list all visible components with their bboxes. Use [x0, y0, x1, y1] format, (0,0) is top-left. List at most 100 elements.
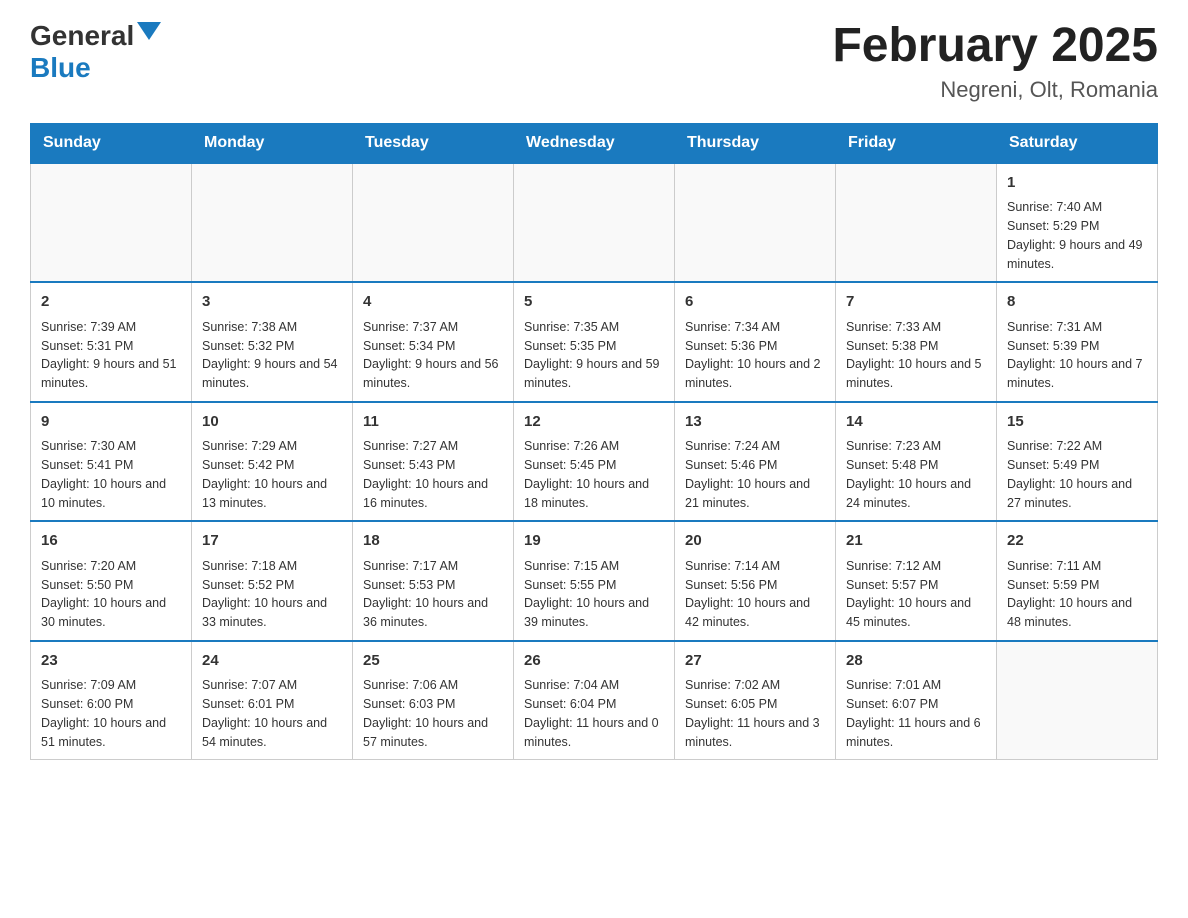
day-info: Sunrise: 7:34 AMSunset: 5:36 PMDaylight:…: [685, 318, 825, 393]
calendar-cell: [353, 163, 514, 283]
calendar-cell: 22 Sunrise: 7:11 AMSunset: 5:59 PMDayligh…: [997, 521, 1158, 641]
calendar-cell: 28 Sunrise: 7:01 AMSunset: 6:07 PMDayligh…: [836, 641, 997, 760]
calendar-week-row: 16 Sunrise: 7:20 AMSunset: 5:50 PMDayligh…: [31, 521, 1158, 641]
day-number: 21: [846, 530, 986, 553]
day-info: Sunrise: 7:37 AMSunset: 5:34 PMDaylight:…: [363, 318, 503, 393]
day-info: Sunrise: 7:38 AMSunset: 5:32 PMDaylight:…: [202, 318, 342, 393]
day-info: Sunrise: 7:29 AMSunset: 5:42 PMDaylight:…: [202, 437, 342, 512]
day-info: Sunrise: 7:39 AMSunset: 5:31 PMDaylight:…: [41, 318, 181, 393]
title-area: February 2025 Negreni, Olt, Romania: [832, 20, 1158, 103]
day-number: 6: [685, 291, 825, 314]
calendar-cell: [514, 163, 675, 283]
calendar-week-row: 1 Sunrise: 7:40 AMSunset: 5:29 PMDaylight…: [31, 163, 1158, 283]
day-number: 17: [202, 530, 342, 553]
calendar-cell: 16 Sunrise: 7:20 AMSunset: 5:50 PMDayligh…: [31, 521, 192, 641]
calendar-cell: 20 Sunrise: 7:14 AMSunset: 5:56 PMDayligh…: [675, 521, 836, 641]
logo: General Blue: [30, 20, 161, 84]
day-number: 13: [685, 411, 825, 434]
weekday-header-monday: Monday: [192, 123, 353, 163]
day-number: 10: [202, 411, 342, 434]
day-number: 5: [524, 291, 664, 314]
logo-general-text: General: [30, 20, 134, 51]
day-number: 11: [363, 411, 503, 434]
day-number: 1: [1007, 172, 1147, 195]
day-info: Sunrise: 7:15 AMSunset: 5:55 PMDaylight:…: [524, 557, 664, 632]
day-info: Sunrise: 7:23 AMSunset: 5:48 PMDaylight:…: [846, 437, 986, 512]
day-info: Sunrise: 7:33 AMSunset: 5:38 PMDaylight:…: [846, 318, 986, 393]
day-number: 2: [41, 291, 181, 314]
day-info: Sunrise: 7:01 AMSunset: 6:07 PMDaylight:…: [846, 676, 986, 751]
day-info: Sunrise: 7:14 AMSunset: 5:56 PMDaylight:…: [685, 557, 825, 632]
calendar-table: SundayMondayTuesdayWednesdayThursdayFrid…: [30, 123, 1158, 761]
day-info: Sunrise: 7:40 AMSunset: 5:29 PMDaylight:…: [1007, 198, 1147, 273]
day-info: Sunrise: 7:24 AMSunset: 5:46 PMDaylight:…: [685, 437, 825, 512]
calendar-cell: 25 Sunrise: 7:06 AMSunset: 6:03 PMDayligh…: [353, 641, 514, 760]
day-number: 8: [1007, 291, 1147, 314]
calendar-cell: 14Sunrise: 7:23 AMSunset: 5:48 PMDayligh…: [836, 402, 997, 522]
calendar-cell: 5 Sunrise: 7:35 AMSunset: 5:35 PMDaylight…: [514, 282, 675, 402]
weekday-header-tuesday: Tuesday: [353, 123, 514, 163]
day-number: 25: [363, 650, 503, 673]
calendar-week-row: 23 Sunrise: 7:09 AMSunset: 6:00 PMDayligh…: [31, 641, 1158, 760]
day-number: 28: [846, 650, 986, 673]
logo-triangle-icon: [137, 22, 161, 40]
calendar-cell: 9Sunrise: 7:30 AMSunset: 5:41 PMDaylight…: [31, 402, 192, 522]
calendar-cell: 13 Sunrise: 7:24 AMSunset: 5:46 PMDayligh…: [675, 402, 836, 522]
day-number: 16: [41, 530, 181, 553]
day-info: Sunrise: 7:09 AMSunset: 6:00 PMDaylight:…: [41, 676, 181, 751]
day-info: Sunrise: 7:12 AMSunset: 5:57 PMDaylight:…: [846, 557, 986, 632]
day-number: 4: [363, 291, 503, 314]
calendar-cell: 12 Sunrise: 7:26 AMSunset: 5:45 PMDayligh…: [514, 402, 675, 522]
calendar-cell: 23 Sunrise: 7:09 AMSunset: 6:00 PMDayligh…: [31, 641, 192, 760]
day-info: Sunrise: 7:31 AMSunset: 5:39 PMDaylight:…: [1007, 318, 1147, 393]
day-number: 26: [524, 650, 664, 673]
weekday-header-sunday: Sunday: [31, 123, 192, 163]
calendar-cell: 6 Sunrise: 7:34 AMSunset: 5:36 PMDaylight…: [675, 282, 836, 402]
day-number: 22: [1007, 530, 1147, 553]
weekday-header-saturday: Saturday: [997, 123, 1158, 163]
day-info: Sunrise: 7:26 AMSunset: 5:45 PMDaylight:…: [524, 437, 664, 512]
calendar-cell: 10 Sunrise: 7:29 AMSunset: 5:42 PMDayligh…: [192, 402, 353, 522]
day-info: Sunrise: 7:04 AMSunset: 6:04 PMDaylight:…: [524, 676, 664, 751]
page-header: General Blue February 2025 Negreni, Olt,…: [30, 20, 1158, 103]
day-number: 12: [524, 411, 664, 434]
day-info: Sunrise: 7:20 AMSunset: 5:50 PMDaylight:…: [41, 557, 181, 632]
day-info: Sunrise: 7:11 AMSunset: 5:59 PMDaylight:…: [1007, 557, 1147, 632]
day-info: Sunrise: 7:17 AMSunset: 5:53 PMDaylight:…: [363, 557, 503, 632]
calendar-cell: 24 Sunrise: 7:07 AMSunset: 6:01 PMDayligh…: [192, 641, 353, 760]
day-info: Sunrise: 7:22 AMSunset: 5:49 PMDaylight:…: [1007, 437, 1147, 512]
calendar-cell: 19 Sunrise: 7:15 AMSunset: 5:55 PMDayligh…: [514, 521, 675, 641]
calendar-cell: 11 Sunrise: 7:27 AMSunset: 5:43 PMDayligh…: [353, 402, 514, 522]
calendar-cell: [997, 641, 1158, 760]
day-number: 19: [524, 530, 664, 553]
calendar-week-row: 9Sunrise: 7:30 AMSunset: 5:41 PMDaylight…: [31, 402, 1158, 522]
weekday-header-thursday: Thursday: [675, 123, 836, 163]
weekday-header-row: SundayMondayTuesdayWednesdayThursdayFrid…: [31, 123, 1158, 163]
calendar-cell: 17 Sunrise: 7:18 AMSunset: 5:52 PMDayligh…: [192, 521, 353, 641]
logo-blue-text: Blue: [30, 52, 91, 83]
day-number: 18: [363, 530, 503, 553]
calendar-cell: [31, 163, 192, 283]
day-number: 20: [685, 530, 825, 553]
page-title: February 2025: [832, 20, 1158, 73]
weekday-header-friday: Friday: [836, 123, 997, 163]
calendar-cell: 3Sunrise: 7:38 AMSunset: 5:32 PMDaylight…: [192, 282, 353, 402]
day-info: Sunrise: 7:27 AMSunset: 5:43 PMDaylight:…: [363, 437, 503, 512]
day-number: 23: [41, 650, 181, 673]
weekday-header-wednesday: Wednesday: [514, 123, 675, 163]
day-info: Sunrise: 7:02 AMSunset: 6:05 PMDaylight:…: [685, 676, 825, 751]
day-number: 15: [1007, 411, 1147, 434]
day-info: Sunrise: 7:07 AMSunset: 6:01 PMDaylight:…: [202, 676, 342, 751]
day-number: 24: [202, 650, 342, 673]
day-number: 7: [846, 291, 986, 314]
calendar-cell: [836, 163, 997, 283]
calendar-cell: 2 Sunrise: 7:39 AMSunset: 5:31 PMDaylight…: [31, 282, 192, 402]
page-subtitle: Negreni, Olt, Romania: [832, 77, 1158, 103]
calendar-week-row: 2 Sunrise: 7:39 AMSunset: 5:31 PMDaylight…: [31, 282, 1158, 402]
day-number: 27: [685, 650, 825, 673]
day-info: Sunrise: 7:30 AMSunset: 5:41 PMDaylight:…: [41, 437, 181, 512]
day-info: Sunrise: 7:18 AMSunset: 5:52 PMDaylight:…: [202, 557, 342, 632]
day-info: Sunrise: 7:06 AMSunset: 6:03 PMDaylight:…: [363, 676, 503, 751]
day-info: Sunrise: 7:35 AMSunset: 5:35 PMDaylight:…: [524, 318, 664, 393]
calendar-cell: 7 Sunrise: 7:33 AMSunset: 5:38 PMDaylight…: [836, 282, 997, 402]
